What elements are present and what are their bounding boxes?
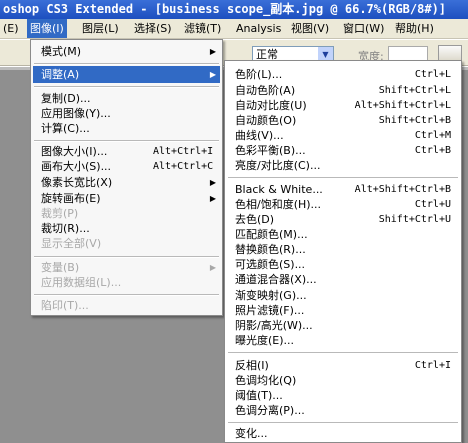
menu-item-calculations[interactable]: 计算(C)... bbox=[33, 120, 220, 137]
menu-layer[interactable]: 图层(L) bbox=[79, 19, 122, 38]
menu-item-mode[interactable]: 模式(M) ▶ bbox=[33, 43, 220, 60]
menu-separator bbox=[34, 256, 219, 258]
submenu-arrow-icon: ▶ bbox=[209, 47, 216, 56]
menu-item-brightness-contrast[interactable]: 亮度/对比度(C)... bbox=[227, 157, 459, 174]
menu-item-pixel-aspect[interactable]: 像素长宽比(X) ▶ bbox=[33, 174, 220, 191]
window-title: oshop CS3 Extended - [business scope_副本.… bbox=[0, 0, 468, 19]
menu-help[interactable]: 帮助(H) bbox=[392, 19, 437, 38]
menu-item-trap: 陷印(T)... bbox=[33, 297, 220, 314]
menu-item-posterize[interactable]: 色调分离(P)... bbox=[227, 402, 459, 419]
menu-filter[interactable]: 滤镜(T) bbox=[181, 19, 224, 38]
menu-bar: (E) 图像(I) 图层(L) 选择(S) 滤镜(T) Analysis 视图(… bbox=[0, 19, 468, 39]
menu-item-levels[interactable]: 色阶(L)... Ctrl+L bbox=[227, 66, 459, 83]
menu-item-label: 画布大小(S)... bbox=[41, 160, 112, 173]
menu-item-label: 曝光度(E)... bbox=[235, 334, 295, 347]
image-menu: 模式(M) ▶ 调整(A) ▶ 复制(D)... 应用图像(Y)... 计算(C… bbox=[30, 39, 223, 316]
menu-item-exposure[interactable]: 曝光度(E)... bbox=[227, 332, 459, 349]
menu-item-variations[interactable]: 变化... bbox=[227, 425, 459, 442]
menu-separator bbox=[228, 422, 458, 424]
menu-separator bbox=[34, 140, 219, 142]
menu-item-apply-data-set: 应用数据组(L)... bbox=[33, 274, 220, 291]
menu-view[interactable]: 视图(V) bbox=[288, 19, 332, 38]
menu-item-label: 计算(C)... bbox=[41, 122, 90, 135]
menu-window[interactable]: 窗口(W) bbox=[340, 19, 387, 38]
menu-item-label: 陷印(T)... bbox=[41, 299, 89, 312]
menu-item-label: 应用数据组(L)... bbox=[41, 276, 122, 289]
menu-separator bbox=[34, 63, 219, 65]
menu-item-shortcut: Alt+Ctrl+C bbox=[153, 161, 214, 172]
submenu-arrow-icon: ▶ bbox=[209, 70, 216, 79]
menu-item-label: 色调分离(P)... bbox=[235, 404, 305, 417]
menu-item-shortcut: Ctrl+L bbox=[414, 69, 451, 80]
menu-item-label: 调整(A) bbox=[41, 68, 80, 81]
menu-item-reveal-all: 显示全部(V) bbox=[33, 235, 220, 252]
menu-item-label: 显示全部(V) bbox=[41, 237, 102, 250]
menu-separator bbox=[228, 352, 458, 354]
menu-analysis[interactable]: Analysis bbox=[233, 19, 284, 38]
menu-separator bbox=[34, 86, 219, 88]
menu-item-label: 亮度/对比度(C)... bbox=[235, 159, 321, 172]
submenu-arrow-icon: ▶ bbox=[209, 178, 216, 187]
menu-separator bbox=[228, 177, 458, 179]
menu-item-label: 像素长宽比(X) bbox=[41, 176, 113, 189]
adjustments-submenu: 色阶(L)... Ctrl+L 自动色阶(A) Shift+Ctrl+L 自动对… bbox=[224, 60, 462, 443]
menu-select[interactable]: 选择(S) bbox=[131, 19, 175, 38]
menu-item-channel-mixer[interactable]: 通道混合器(X)... bbox=[227, 271, 459, 288]
menu-image[interactable]: 图像(I) bbox=[27, 19, 67, 38]
menu-item-label: 通道混合器(X)... bbox=[235, 273, 317, 286]
menu-separator bbox=[34, 294, 219, 296]
menu-item-label: 变化... bbox=[235, 427, 268, 440]
menu-item-label: 模式(M) bbox=[41, 45, 82, 58]
menu-edit[interactable]: (E) bbox=[0, 19, 22, 38]
menu-item-label: 色阶(L)... bbox=[235, 68, 283, 81]
menu-item-canvas-size[interactable]: 画布大小(S)... Alt+Ctrl+C bbox=[33, 158, 220, 175]
menu-item-adjustments[interactable]: 调整(A) ▶ bbox=[33, 66, 220, 83]
